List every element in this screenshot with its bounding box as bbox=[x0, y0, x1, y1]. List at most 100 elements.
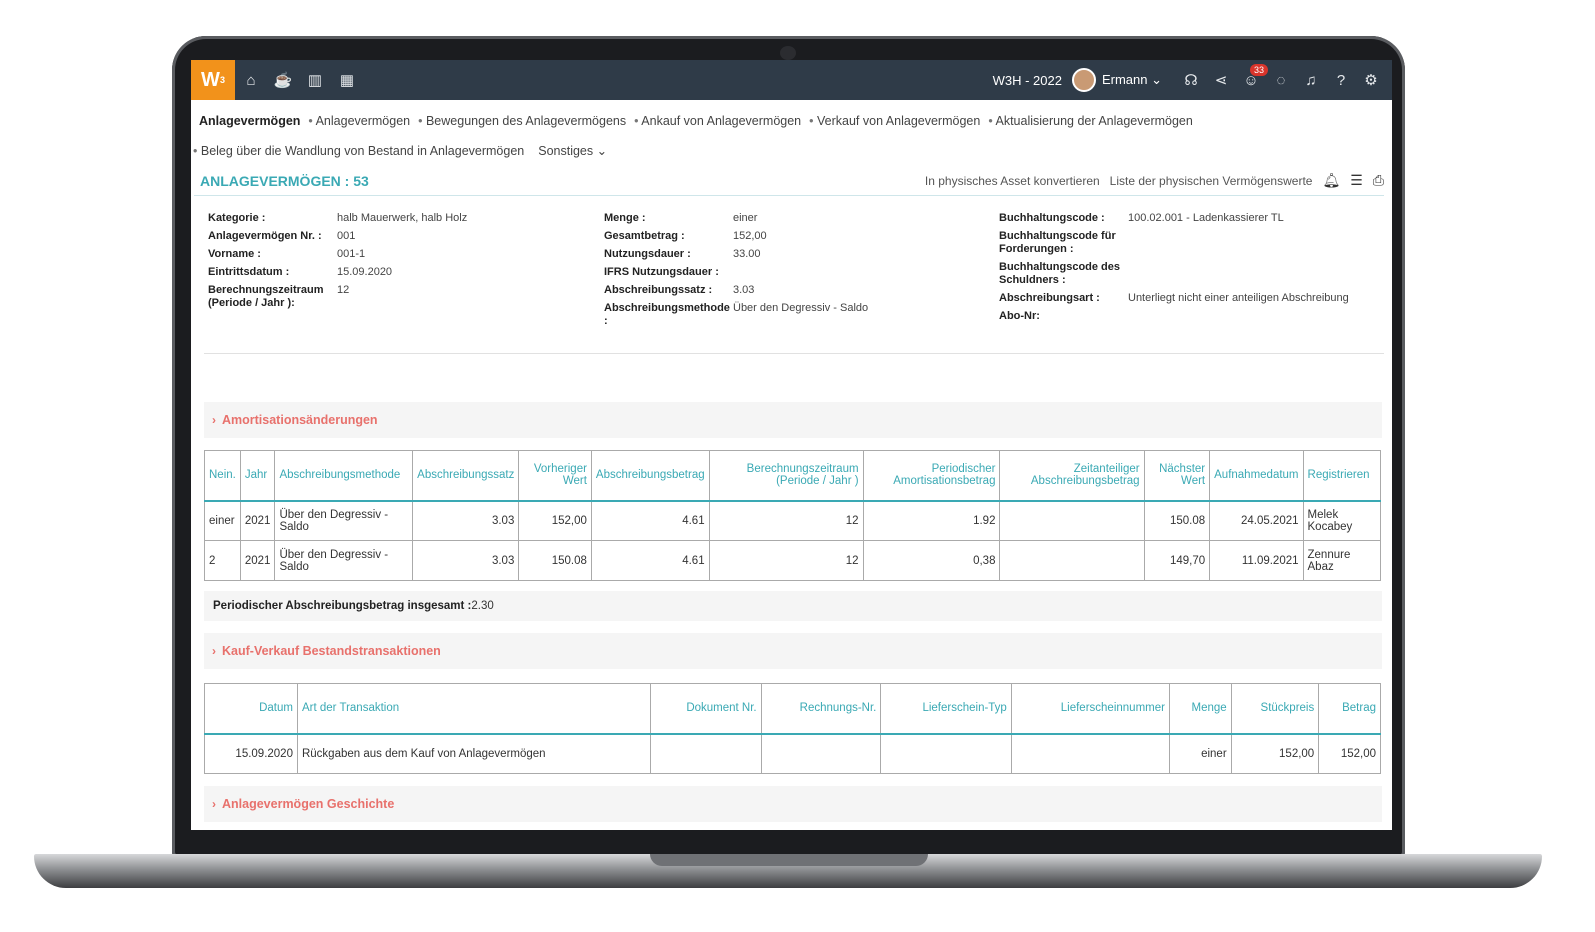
transactions-section-header[interactable]: › Kauf-Verkauf Bestandstransaktionen bbox=[204, 633, 1382, 669]
column-header[interactable]: Nächster Wert bbox=[1143, 450, 1211, 502]
detail-row: Kategorie : halb Mauerwerk, halb Holz bbox=[208, 212, 467, 225]
column-header[interactable]: Rechnungs-Nr. bbox=[760, 683, 882, 735]
column-header[interactable]: Betrag bbox=[1318, 683, 1381, 735]
bar-chart-icon[interactable]: ▥ bbox=[299, 71, 331, 89]
table-row[interactable]: 2 2021 Über den Degressiv - Saldo 3.03 150.0… bbox=[204, 540, 1382, 581]
detail-row: Menge : einer bbox=[604, 212, 868, 225]
column-header[interactable]: Lieferscheinnummer bbox=[1010, 683, 1170, 735]
table-row[interactable]: einer 2021 Über den Degressiv - Saldo 3.03 1… bbox=[204, 500, 1382, 541]
detail-value: halb Mauerwerk, halb Holz bbox=[337, 212, 468, 224]
detail-row: Buchhaltungscode für Forderungen : bbox=[999, 230, 1349, 256]
detail-label: Nutzungsdauer : bbox=[604, 248, 691, 260]
table-cell: Melek Kocabey bbox=[1302, 500, 1382, 541]
column-header[interactable]: Dokument Nr. bbox=[649, 683, 762, 735]
smiley-icon[interactable]: ☺ 33 bbox=[1236, 63, 1269, 89]
table-cell: 1.92 bbox=[862, 500, 1001, 541]
column-header[interactable]: Abschreibungssatz bbox=[412, 450, 520, 502]
bell-icon[interactable]: 🔔︎ bbox=[1322, 172, 1340, 189]
amortization-section-header[interactable]: › Amortisationsänderungen bbox=[204, 402, 1382, 438]
column-header[interactable]: Art der Transaktion bbox=[296, 683, 651, 735]
app-logo[interactable]: W3 bbox=[191, 60, 235, 100]
table-row[interactable]: 15.09.2020 Rückgaben aus dem Kauf von Anl… bbox=[204, 733, 1381, 774]
column-header[interactable]: Nein. bbox=[204, 450, 241, 502]
column-header[interactable]: Datum bbox=[204, 683, 298, 735]
column-header[interactable]: Jahr bbox=[239, 450, 276, 502]
table-cell: 2 bbox=[204, 540, 241, 581]
nav-item-beleg[interactable]: Beleg über die Wandlung von Bestand in A… bbox=[193, 136, 524, 166]
list-icon[interactable]: ☰ bbox=[1350, 172, 1363, 189]
share-icon[interactable]: ⋖ bbox=[1206, 71, 1236, 89]
detail-value: 33.00 bbox=[733, 248, 761, 260]
nav-item-sonstiges[interactable]: Sonstiges ⌄ bbox=[538, 136, 607, 166]
gear-icon[interactable]: ⚙ bbox=[1356, 71, 1386, 89]
detail-value: 15.09.2020 bbox=[337, 266, 393, 278]
detail-value: einer bbox=[733, 212, 758, 224]
table-cell: 3.03 bbox=[412, 500, 520, 541]
print-icon[interactable]: ⎙ bbox=[1373, 172, 1384, 189]
table-cell: 152,00 bbox=[518, 500, 592, 541]
detail-label: Abschreibungsart : bbox=[999, 292, 1100, 304]
chevron-right-icon: › bbox=[212, 413, 216, 427]
chat-icon[interactable]: ◌ bbox=[1266, 72, 1296, 89]
bell-icon[interactable]: ♫ bbox=[1296, 72, 1326, 89]
table-cell: 24.05.2021 bbox=[1209, 500, 1304, 541]
column-header[interactable]: Menge bbox=[1168, 683, 1232, 735]
table-cell bbox=[1010, 733, 1170, 774]
detail-label: Berechnungszeitraum (Periode / Jahr ): bbox=[208, 284, 324, 309]
detail-row: IFRS Nutzungsdauer : bbox=[604, 266, 868, 279]
detail-label: Abo-Nr: bbox=[999, 310, 1040, 322]
table-cell bbox=[760, 733, 882, 774]
table-cell: Rückgaben aus dem Kauf von Anlagevermöge… bbox=[296, 733, 651, 774]
column-header[interactable]: Lieferschein-Typ bbox=[880, 683, 1012, 735]
year-selector[interactable]: W3H - 2022 bbox=[993, 73, 1062, 88]
table-cell: Über den Degressiv - Saldo bbox=[274, 500, 414, 541]
table-cell: 11.09.2021 bbox=[1209, 540, 1304, 581]
detail-row: Eintrittsdatum : 15.09.2020 bbox=[208, 266, 467, 279]
details-column-2: Menge : einer Gesamtbetrag : 152,00 Nutzungs… bbox=[604, 212, 868, 333]
amortization-total: Periodischer Abschreibungsbetrag insgesa… bbox=[204, 591, 1382, 621]
nav-item-bewegungen[interactable]: Bewegungen des Anlagevermögens bbox=[418, 106, 626, 136]
nav-item-aktualisierung[interactable]: Aktualisierung der Anlagevermögen bbox=[988, 106, 1192, 136]
column-header[interactable]: Registrieren bbox=[1302, 450, 1382, 502]
table-cell: 2021 bbox=[239, 500, 276, 541]
avatar[interactable] bbox=[1071, 68, 1096, 92]
column-header[interactable]: Periodischer Amortisationsbetrag bbox=[862, 450, 1001, 502]
headset-icon[interactable]: ☊ bbox=[1176, 71, 1206, 89]
column-header[interactable]: Vorheriger Wert bbox=[518, 450, 592, 502]
table-cell: 150.08 bbox=[518, 540, 592, 581]
column-header[interactable]: Zeitanteiliger Abschreibungsbetrag bbox=[999, 450, 1145, 502]
convert-asset-link[interactable]: In physisches Asset konvertieren bbox=[925, 174, 1100, 188]
amortization-table: Nein. Jahr Abschreibungsmethode Abschreibun… bbox=[204, 450, 1382, 581]
column-header[interactable]: Berechnungszeitraum (Periode / Jahr ) bbox=[708, 450, 864, 502]
cup-icon[interactable]: ☕ bbox=[267, 71, 299, 89]
nav-item-anlagevermoegen-active[interactable]: Anlagevermögen bbox=[199, 106, 300, 136]
detail-value: 152,00 bbox=[733, 230, 767, 242]
history-section-header[interactable]: › Anlagevermögen Geschichte bbox=[204, 786, 1382, 822]
user-menu[interactable]: Ermann ⌄ bbox=[1102, 72, 1162, 88]
detail-row: Berechnungszeitraum (Periode / Jahr ): 12 bbox=[208, 284, 467, 310]
home-icon[interactable]: ⌂ bbox=[235, 72, 267, 89]
help-icon[interactable]: ? bbox=[1326, 72, 1356, 89]
detail-label: Buchhaltungscode des Schuldners : bbox=[999, 261, 1121, 286]
nav-item-ankauf[interactable]: Ankauf von Anlagevermögen bbox=[634, 106, 801, 136]
nav-item-anlagevermoegen[interactable]: Anlagevermögen bbox=[308, 106, 411, 136]
detail-row: Buchhaltungscode des Schuldners : bbox=[999, 261, 1349, 287]
calendar-icon[interactable]: ▦ bbox=[331, 71, 363, 89]
asset-details: Kategorie : halb Mauerwerk, halb Holz Anla… bbox=[204, 206, 1384, 354]
table-cell: 150.08 bbox=[1143, 500, 1211, 541]
detail-value: 12 bbox=[337, 284, 350, 296]
column-header[interactable]: Abschreibungsbetrag bbox=[590, 450, 710, 502]
nav-item-verkauf[interactable]: Verkauf von Anlagevermögen bbox=[809, 106, 980, 136]
detail-row: Abschreibungsmethode : Über den Degressiv… bbox=[604, 302, 868, 328]
top-bar: W3 ⌂ ☕ ▥ ▦ W3H - 2022 Ermann ⌄ ☊ ⋖ ☺ 33 ◌… bbox=[191, 60, 1392, 100]
column-header[interactable]: Abschreibungsmethode bbox=[274, 450, 414, 502]
asset-list-link[interactable]: Liste der physischen Vermögenswerte bbox=[1110, 174, 1313, 188]
detail-label: Buchhaltungscode für Forderungen : bbox=[999, 230, 1116, 255]
camera-dot bbox=[780, 46, 796, 60]
table-cell: einer bbox=[1168, 733, 1232, 774]
table-cell bbox=[880, 733, 1012, 774]
column-header[interactable]: Stückpreis bbox=[1230, 683, 1320, 735]
detail-value: 100.02.001 - Ladenkassierer TL bbox=[1128, 212, 1284, 224]
table-cell: 12 bbox=[708, 500, 864, 541]
column-header[interactable]: Aufnahmedatum bbox=[1209, 450, 1304, 502]
